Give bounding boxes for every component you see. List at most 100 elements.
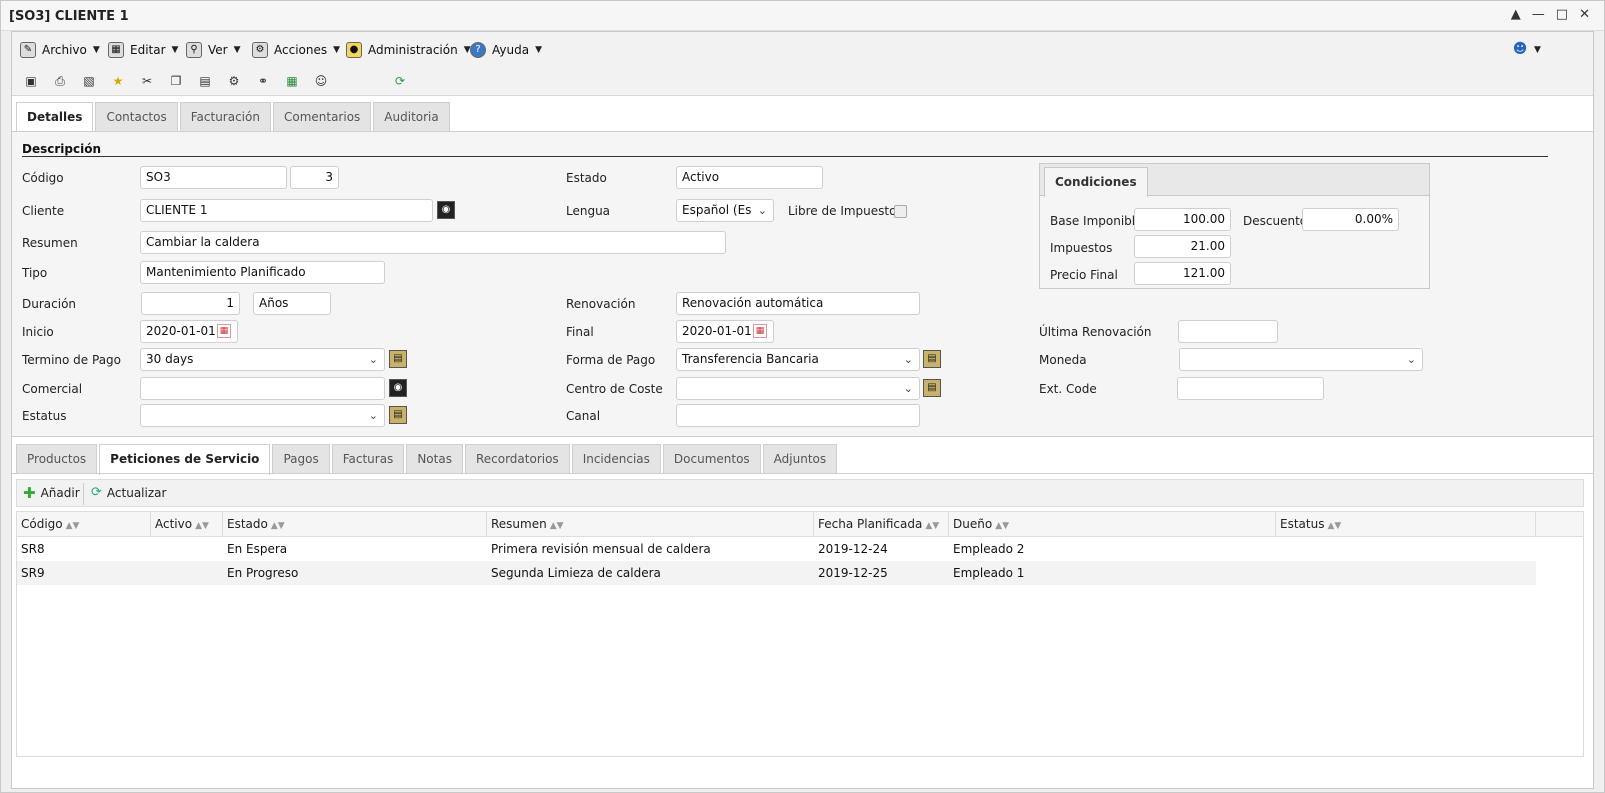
tab-pagos[interactable]: Pagos — [272, 444, 330, 474]
attachment-icon[interactable]: ⚭ — [255, 73, 271, 89]
centro-coste-select[interactable]: ⌄ — [676, 377, 920, 400]
tab-comentarios[interactable]: Comentarios — [272, 102, 372, 132]
column-header-estado[interactable]: Estado ▲▼ — [223, 512, 487, 537]
process-icon[interactable]: ⚙ — [226, 73, 242, 89]
users-icon[interactable]: ☺ — [313, 73, 329, 89]
print-icon[interactable]: ⎙ — [52, 73, 68, 89]
plus-icon: ✚ — [23, 484, 36, 502]
estatus-select[interactable]: ⌄ — [140, 404, 385, 427]
menu-archivo[interactable]: ✎ Archivo ▼ — [20, 42, 100, 58]
close-icon[interactable]: ✕ — [1579, 7, 1590, 22]
resumen-field[interactable]: Cambiar la caldera — [140, 231, 726, 254]
grid-header: Código ▲▼ Activo ▲▼ Estado ▲▼ Resumen ▲▼ Fec… — [17, 512, 1583, 537]
column-header-codigo[interactable]: Código ▲▼ — [17, 512, 151, 537]
libre-impuestos-checkbox[interactable] — [894, 205, 907, 218]
tab-contactos[interactable]: Contactos — [95, 102, 178, 132]
renovacion-field[interactable]: Renovación automática — [676, 292, 920, 315]
forma-pago-lookup-icon[interactable]: ▤ — [923, 350, 941, 368]
cliente-label: Cliente — [22, 204, 65, 218]
ext-code-field[interactable] — [1177, 377, 1324, 400]
cell-estado: En Espera — [227, 542, 288, 556]
menu-editar[interactable]: ▦ Editar ▼ — [108, 42, 178, 58]
pencil-icon: ✎ — [20, 42, 36, 58]
window-controls: ▲ — □ ✕ — [1511, 7, 1590, 22]
duracion-unit-field[interactable]: Años — [253, 292, 331, 315]
tab-facturacion[interactable]: Facturación — [179, 102, 271, 132]
window-title: [SO3] CLIENTE 1 — [9, 9, 129, 24]
final-date-field[interactable]: 2020-01-01 ▦ — [676, 320, 774, 343]
menu-administracion[interactable]: ● Administración ▼ — [346, 42, 471, 58]
termino-pago-select[interactable]: 30 days ⌄ — [140, 348, 385, 371]
canal-field[interactable] — [676, 404, 920, 427]
base-imponible-field[interactable]: 100.00 — [1134, 208, 1231, 231]
tab-productos[interactable]: Productos — [16, 444, 98, 474]
forma-pago-select[interactable]: Transferencia Bancaria ⌄ — [676, 348, 920, 371]
tab-peticiones-servicio[interactable]: Peticiones de Servicio — [99, 444, 271, 475]
tab-facturas[interactable]: Facturas — [331, 444, 405, 474]
cell-codigo: SR8 — [21, 542, 45, 556]
lengua-select[interactable]: Español (Es ⌄ — [676, 199, 774, 222]
tab-recordatorios[interactable]: Recordatorios — [464, 444, 570, 474]
caret-down-icon: ▼ — [333, 45, 341, 55]
impuestos-field[interactable]: 21.00 — [1134, 235, 1231, 258]
inicio-date-field[interactable]: 2020-01-01 ▦ — [140, 320, 238, 343]
libre-impuestos-label: Libre de Impuestos — [788, 204, 903, 218]
tipo-field[interactable]: Mantenimiento Planificado — [140, 261, 385, 284]
table-row[interactable]: SR9 En Progreso Segunda Limieza de calde… — [17, 561, 1536, 585]
ultima-renovacion-field[interactable] — [1178, 320, 1278, 343]
codigo-field[interactable]: SO3 — [140, 166, 287, 189]
cell-activo — [151, 561, 155, 585]
minimize-icon[interactable]: — — [1532, 7, 1545, 22]
tab-detalles[interactable]: Detalles — [16, 102, 94, 133]
calendar-icon[interactable]: ▦ — [217, 324, 231, 338]
add-label: Añadir — [40, 486, 80, 500]
maximize-icon[interactable]: □ — [1556, 7, 1568, 22]
tab-auditoria[interactable]: Auditoria — [373, 102, 450, 132]
codigo-number-field[interactable]: 3 — [290, 166, 339, 189]
archive-icon[interactable]: ▧ — [81, 73, 97, 89]
tab-documentos[interactable]: Documentos — [662, 444, 761, 474]
excel-icon[interactable]: ▦ — [284, 73, 300, 89]
cell-fecha: 2019-12-24 — [818, 542, 888, 556]
cut-icon[interactable]: ✂ — [139, 73, 155, 89]
column-label: Activo — [155, 517, 193, 531]
tab-adjuntos[interactable]: Adjuntos — [762, 444, 838, 474]
tab-incidencias[interactable]: Incidencias — [571, 444, 661, 474]
tab-condiciones[interactable]: Condiciones — [1044, 167, 1148, 197]
refresh-button[interactable]: ⟳ Actualizar — [91, 486, 166, 500]
caret-down-icon: ▼ — [535, 45, 542, 55]
termino-pago-lookup-icon[interactable]: ▤ — [389, 350, 407, 368]
centro-coste-lookup-icon[interactable]: ▤ — [923, 379, 941, 397]
moneda-select[interactable]: ⌄ — [1179, 348, 1423, 371]
add-button[interactable]: ✚ Añadir — [23, 484, 80, 502]
estado-field[interactable]: Activo — [676, 166, 823, 189]
column-header-fecha-planificada[interactable]: Fecha Planificada ▲▼ — [814, 512, 949, 537]
collapse-icon[interactable]: ▲ — [1511, 7, 1521, 22]
paste-icon[interactable]: ▤ — [197, 73, 213, 89]
menu-ver[interactable]: ⚲ Ver ▼ — [186, 42, 241, 58]
menu-ayuda[interactable]: ? Ayuda ▼ — [470, 42, 542, 58]
table-row[interactable]: SR8 En Espera Primera revisión mensual d… — [17, 537, 1536, 561]
cliente-field[interactable]: CLIENTE 1 — [140, 199, 433, 222]
favorite-icon[interactable]: ★ — [110, 73, 126, 89]
refresh-icon[interactable]: ⟳ — [392, 73, 408, 89]
column-header-dueno[interactable]: Dueño ▲▼ — [949, 512, 1276, 537]
user-menu[interactable]: ☻ ▼ — [1512, 42, 1541, 58]
duracion-field[interactable]: 1 — [141, 292, 240, 315]
comercial-label: Comercial — [22, 382, 83, 396]
comercial-field[interactable] — [140, 377, 385, 400]
column-header-resumen[interactable]: Resumen ▲▼ — [487, 512, 814, 537]
calendar-icon[interactable]: ▦ — [753, 324, 767, 338]
precio-final-field[interactable]: 121.00 — [1134, 262, 1231, 285]
view-comercial-icon[interactable]: ◉ — [389, 379, 407, 397]
estatus-lookup-icon[interactable]: ▤ — [389, 406, 407, 424]
copy-icon[interactable]: ❐ — [168, 73, 184, 89]
column-header-activo[interactable]: Activo ▲▼ — [151, 512, 223, 537]
tab-notas[interactable]: Notas — [406, 444, 463, 474]
column-header-estatus[interactable]: Estatus ▲▼ — [1276, 512, 1536, 537]
menu-acciones[interactable]: ⚙ Acciones ▼ — [252, 42, 340, 58]
view-cliente-icon[interactable]: ◉ — [437, 201, 455, 219]
save-icon[interactable]: ▣ — [23, 73, 39, 89]
descuento-field[interactable]: 0.00% — [1302, 208, 1399, 231]
toolbar: ▣ ⎙ ▧ ★ ✂ ❐ ▤ ⚙ ⚭ ▦ ☺ ⟳ — [12, 66, 1593, 96]
